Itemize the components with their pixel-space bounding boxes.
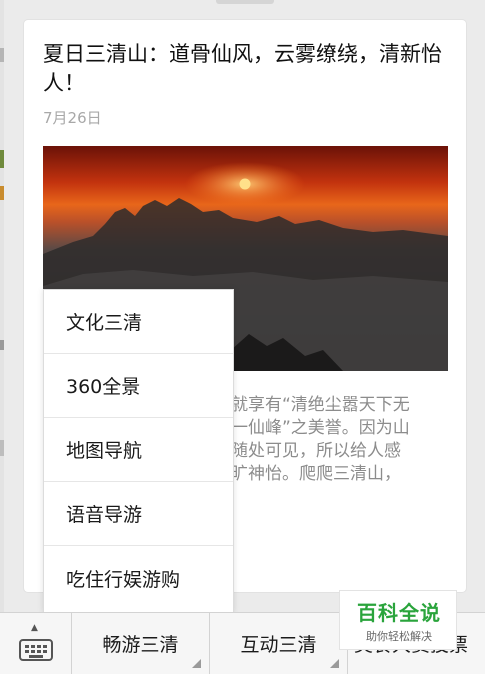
menu-tab-label: 互动三清 [240,634,317,656]
keyboard-icon [19,639,53,661]
menu-item-panorama[interactable]: 360全景 [44,354,233,418]
keyboard-toggle-button[interactable]: ▲ [0,613,72,674]
popup-menu: 文化三清 360全景 地图导航 语音导游 吃住行娱游购 [43,289,234,613]
article-date: 7月26日 [43,109,102,127]
body-line: ! [214,486,454,509]
menu-item-services[interactable]: 吃住行娱游购 [44,546,233,610]
menu-tab-tour[interactable]: 畅游三清 [72,613,210,674]
watermark-logo: 百科全说 助你轻松解决 [339,590,457,650]
submenu-indicator-icon [330,659,339,668]
top-handle [216,0,274,4]
article-title: 夏日三清山：道骨仙风，云雾缭绕，清新怡人！ [43,42,442,95]
menu-tab-interact[interactable]: 互动三清 [210,613,348,674]
sun [239,178,251,190]
menu-tab-label: 畅游三清 [102,634,179,656]
caret-up-icon: ▲ [31,623,38,633]
body-line: 心旷神怡。爬爬三清山， [214,464,401,484]
body-line: 古就享有“清绝尘嚣天下无 [214,395,410,415]
body-line: 石随处可见，所以给人感 [214,441,401,461]
article-body: 古就享有“清绝尘嚣天下无 第一仙峰”之美誉。因为山 石随处可见，所以给人感 心旷… [214,394,454,509]
watermark-tagline: 助你轻松解决 [366,630,432,643]
submenu-indicator-icon [192,659,201,668]
body-line: 第一仙峰”之美誉。因为山 [214,418,410,438]
menu-item-audio-guide[interactable]: 语音导游 [44,482,233,546]
left-edge-strip [0,0,4,612]
menu-item-map-navigation[interactable]: 地图导航 [44,418,233,482]
menu-item-culture[interactable]: 文化三清 [44,290,233,354]
watermark-brand: 百科全说 [357,601,441,625]
